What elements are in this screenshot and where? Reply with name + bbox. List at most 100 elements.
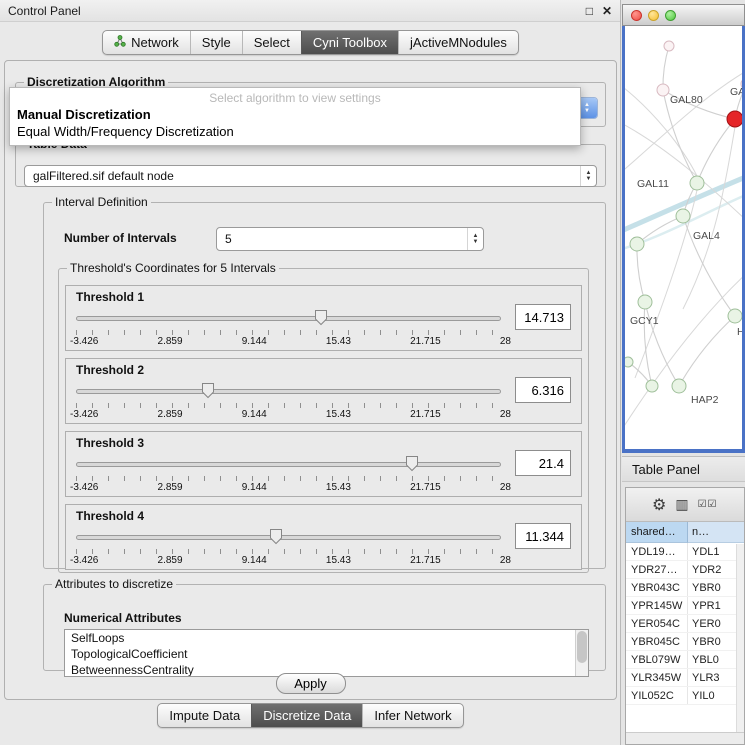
threshold-label: Threshold 4 — [76, 509, 144, 523]
algorithm-option-equal-width[interactable]: Equal Width/Frequency Discretization — [10, 123, 580, 140]
slider-handle-icon[interactable] — [314, 309, 328, 326]
table-row[interactable]: YBR043CYBR0 — [626, 579, 744, 597]
threshold-slider[interactable] — [76, 381, 501, 401]
table-row[interactable]: YDL19…YDL1 — [626, 543, 744, 561]
number-of-intervals-select[interactable]: 5 ▲▼ — [216, 227, 484, 251]
columns-icon[interactable]: ▥ — [675, 496, 688, 513]
threshold-label: Threshold 2 — [76, 363, 144, 377]
slider-track[interactable] — [76, 462, 501, 467]
network-node-label: GAL4 — [693, 230, 720, 242]
threshold-value-field[interactable]: 6.316 — [515, 377, 571, 403]
scale-label: 15.43 — [326, 482, 351, 493]
minimize-window-icon[interactable] — [648, 10, 659, 21]
threshold-panel-2: Threshold 2 -3.4262.8599.14415.4321.71528… — [65, 358, 582, 424]
table-row[interactable]: YDR27…YDR2 — [626, 561, 744, 579]
tab-style[interactable]: Style — [190, 31, 242, 54]
network-node[interactable] — [727, 111, 742, 127]
table-row[interactable]: YBR045CYBR0 — [626, 633, 744, 651]
slider-ticks — [76, 403, 501, 408]
network-node[interactable] — [664, 41, 674, 51]
algorithm-placeholder: Select algorithm to view settings — [10, 88, 580, 106]
table-horizontal-scrollbar[interactable] — [626, 732, 744, 744]
threshold-slider[interactable] — [76, 454, 501, 474]
table-row[interactable]: YER054CYER0 — [626, 615, 744, 633]
column-header-shared-name[interactable]: shared… — [626, 522, 688, 543]
threshold-panel-1: Threshold 1-3.4262.8599.14415.4321.71528… — [65, 285, 582, 351]
network-node-GAL11[interactable] — [690, 176, 704, 190]
close-panel-icon[interactable]: ✕ — [602, 4, 612, 18]
number-of-intervals-value: 5 — [225, 232, 232, 246]
table-vertical-scrollbar[interactable] — [736, 544, 744, 732]
table-data-select[interactable]: galFiltered.sif default node ▲▼ — [24, 165, 597, 187]
tab-network[interactable]: Network — [103, 31, 190, 54]
tab-infer-network[interactable]: Infer Network — [362, 704, 462, 727]
network-node-GCY1[interactable] — [638, 295, 652, 309]
scale-label: 2.859 — [158, 555, 183, 566]
network-node-GAL4[interactable] — [676, 209, 690, 223]
threshold-slider[interactable] — [76, 308, 501, 328]
table-panel: ⚙ ▥ ☑☑ shared… n… YDL19…YDL1YDR27…YDR2YB… — [625, 487, 745, 745]
network-node-label: H — [737, 326, 742, 338]
tab-impute-data[interactable]: Impute Data — [158, 704, 251, 727]
numerical-attributes-list[interactable]: SelfLoopsTopologicalCoefficientBetweenne… — [64, 629, 589, 677]
slider-handle-icon[interactable] — [201, 382, 215, 399]
threshold-value-field[interactable]: 21.4 — [515, 450, 571, 476]
scale-label: 15.43 — [326, 409, 351, 420]
scale-label: 9.144 — [242, 555, 267, 566]
slider-scale: -3.4262.8599.14415.4321.71528 — [70, 409, 511, 420]
table-row[interactable]: YIL052CYIL0 — [626, 687, 744, 705]
slider-ticks — [76, 549, 501, 554]
scale-label: -3.426 — [70, 555, 98, 566]
tab-jactivemnodules[interactable]: jActiveMNodules — [398, 31, 518, 54]
scale-label: 15.43 — [326, 555, 351, 566]
table-body: YDL19…YDL1YDR27…YDR2YBR043CYBR0YPR145WYP… — [626, 543, 744, 705]
network-node-HAP2[interactable] — [672, 379, 686, 393]
network-node[interactable] — [646, 380, 658, 392]
network-node-GAL80[interactable] — [657, 84, 669, 96]
gear-icon[interactable]: ⚙ — [652, 495, 666, 515]
slider-handle-icon[interactable] — [405, 455, 419, 472]
table-row[interactable]: YBL079WYBL0 — [626, 651, 744, 669]
network-window-titlebar[interactable] — [622, 4, 745, 26]
apply-button[interactable]: Apply — [276, 673, 346, 694]
close-window-icon[interactable] — [631, 10, 642, 21]
threshold-slider[interactable] — [76, 527, 501, 547]
slider-handle-icon[interactable] — [269, 528, 283, 545]
table-row[interactable]: YLR345WYLR3 — [626, 669, 744, 687]
threshold-value-field[interactable]: 14.713 — [515, 304, 571, 330]
tab-discretize-data[interactable]: Discretize Data — [251, 704, 362, 727]
threshold-panel-list: Threshold 1-3.4262.8599.14415.4321.71528… — [59, 285, 588, 577]
table-row[interactable]: YPR145WYPR1 — [626, 597, 744, 615]
list-item[interactable]: TopologicalCoefficient — [65, 646, 588, 662]
column-header-name[interactable]: n… — [688, 522, 744, 543]
thresholds-group: Threshold's Coordinates for 5 Intervals … — [58, 261, 589, 573]
network-canvas[interactable]: GAL80GAGAL11GAL4GCY1HHAP2 — [625, 26, 742, 449]
tab-select[interactable]: Select — [242, 31, 301, 54]
interval-definition-group: Interval Definition Number of Intervals … — [43, 195, 606, 569]
network-node-label: HAP2 — [691, 394, 719, 406]
network-node[interactable] — [630, 237, 644, 251]
scale-label: 9.144 — [242, 336, 267, 347]
network-node-H[interactable] — [728, 309, 742, 323]
slider-scale: -3.4262.8599.14415.4321.71528 — [70, 555, 511, 566]
app-root: Control Panel □ ✕ — [0, 0, 745, 745]
stepper-arrows-icon: ▲▼ — [467, 228, 483, 250]
slider-track[interactable] — [76, 316, 501, 321]
network-node[interactable] — [625, 357, 633, 367]
slider-track[interactable] — [76, 389, 501, 394]
scale-label: 9.144 — [242, 482, 267, 493]
tab-cyni-toolbox[interactable]: Cyni Toolbox — [301, 31, 398, 54]
slider-track[interactable] — [76, 535, 501, 540]
list-scrollbar[interactable] — [575, 630, 588, 676]
control-panel: Control Panel □ ✕ — [0, 0, 621, 745]
table-panel-title: Table Panel — [622, 456, 745, 482]
select-columns-icon[interactable]: ☑☑ — [698, 499, 718, 510]
network-view-window: GAL80GAGAL11GAL4GCY1HHAP2 — [622, 4, 745, 453]
float-window-icon[interactable]: □ — [586, 4, 593, 18]
threshold-panel-3: Threshold 3-3.4262.8599.14415.4321.71528… — [65, 431, 582, 497]
threshold-value-field[interactable]: 11.344 — [515, 523, 571, 549]
algorithm-option-manual[interactable]: Manual Discretization — [10, 106, 580, 123]
list-item[interactable]: SelfLoops — [65, 630, 588, 646]
numerical-attributes-label: Numerical Attributes — [64, 611, 182, 625]
zoom-window-icon[interactable] — [665, 10, 676, 21]
